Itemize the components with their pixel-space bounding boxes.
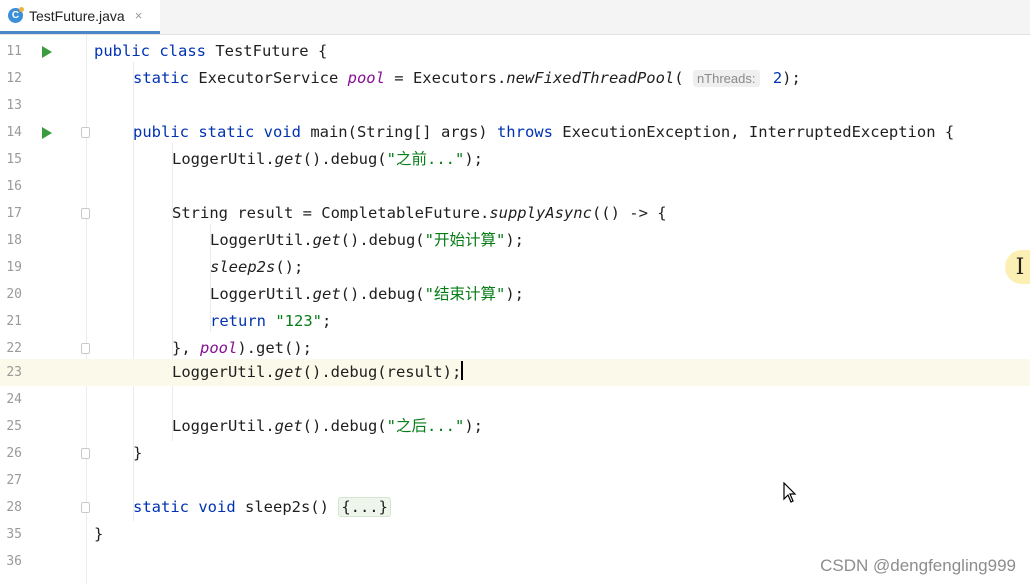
code-line[interactable]: 28 static void sleep2s() {...} [0, 494, 1030, 521]
code-text: String result = CompletableFuture.supply… [172, 204, 667, 222]
code-line[interactable]: 15 LoggerUtil.get().debug("之前..."); [0, 146, 1030, 173]
code-text: public class TestFuture { [94, 42, 328, 60]
line-number: 13 [6, 98, 22, 113]
code-text: LoggerUtil.get().debug("之后..."); [172, 417, 483, 435]
code-text: return "123"; [210, 312, 332, 330]
close-icon[interactable]: × [135, 8, 143, 23]
code-text: } [133, 444, 143, 462]
editor-tab-bar: C TestFuture.java × [0, 0, 1030, 35]
code-line[interactable]: 24 [0, 386, 1030, 413]
code-line[interactable]: 13 [0, 92, 1030, 119]
fold-expand-icon[interactable] [81, 502, 90, 513]
fold-icon[interactable] [81, 208, 90, 219]
code-text: }, pool).get(); [172, 339, 312, 357]
code-line[interactable]: 26 } [0, 440, 1030, 467]
code-line[interactable]: 21 return "123"; [0, 308, 1030, 335]
java-class-icon: C [8, 7, 24, 23]
code-text: sleep2s(); [210, 258, 304, 276]
text-caret [461, 361, 464, 380]
code-text: LoggerUtil.get().debug("结束计算"); [210, 285, 524, 303]
fold-icon[interactable] [81, 343, 90, 354]
line-number: 27 [6, 473, 22, 488]
line-number: 19 [6, 260, 22, 275]
line-number: 21 [6, 314, 22, 329]
tab-title: TestFuture.java [29, 7, 125, 24]
tab-testfuture-java[interactable]: C TestFuture.java × [0, 0, 160, 34]
line-number: 25 [6, 419, 22, 434]
line-number: 14 [6, 125, 22, 140]
code-text: } [94, 525, 104, 543]
code-line[interactable]: 12 static ExecutorService pool = Executo… [0, 65, 1030, 92]
code-text: LoggerUtil.get().debug("之前..."); [172, 150, 483, 168]
watermark: CSDN @dengfengling999 [820, 556, 1016, 575]
line-number: 17 [6, 206, 22, 221]
code-line[interactable]: 14 public static void main(String[] args… [0, 119, 1030, 146]
code-line[interactable]: 20 LoggerUtil.get().debug("结束计算"); [0, 281, 1030, 308]
line-number: 36 [6, 554, 22, 569]
code-line[interactable]: 18 LoggerUtil.get().debug("开始计算"); [0, 227, 1030, 254]
line-number: 26 [6, 446, 22, 461]
code-line[interactable]: 25 LoggerUtil.get().debug("之后..."); [0, 413, 1030, 440]
code-line[interactable]: 16 [0, 173, 1030, 200]
line-number: 22 [6, 341, 22, 356]
code-text: public static void main(String[] args) t… [133, 123, 955, 141]
parameter-hint: nThreads: [692, 70, 760, 87]
line-number: 15 [6, 152, 22, 167]
line-number: 24 [6, 392, 22, 407]
run-icon[interactable] [42, 127, 52, 139]
mouse-pointer-icon [783, 482, 797, 503]
run-icon[interactable] [42, 46, 52, 58]
line-number: 11 [6, 44, 22, 59]
code-line[interactable]: 11 public class TestFuture { [0, 38, 1030, 65]
line-number: 28 [6, 500, 22, 515]
line-number: 20 [6, 287, 22, 302]
code-text: static ExecutorService pool = Executors.… [133, 69, 801, 87]
line-number: 35 [6, 527, 22, 542]
folded-code-region[interactable]: {...} [338, 497, 391, 517]
fold-icon[interactable] [81, 448, 90, 459]
code-text: LoggerUtil.get().debug("开始计算"); [210, 231, 524, 249]
line-number: 12 [6, 71, 22, 86]
code-line[interactable]: 19 sleep2s(); [0, 254, 1030, 281]
code-line[interactable]: 35 } [0, 521, 1030, 548]
code-line[interactable]: 17 String result = CompletableFuture.sup… [0, 200, 1030, 227]
fold-icon[interactable] [81, 127, 90, 138]
code-line[interactable]: 22 }, pool).get(); [0, 335, 1030, 362]
line-number: 23 [6, 365, 22, 380]
code-line-current[interactable]: 23 LoggerUtil.get().debug(result); [0, 359, 1030, 386]
code-text: static void sleep2s() {...} [133, 494, 391, 521]
code-line[interactable]: 27 [0, 467, 1030, 494]
line-number: 18 [6, 233, 22, 248]
line-number: 16 [6, 179, 22, 194]
code-text: LoggerUtil.get().debug(result); [172, 361, 464, 381]
